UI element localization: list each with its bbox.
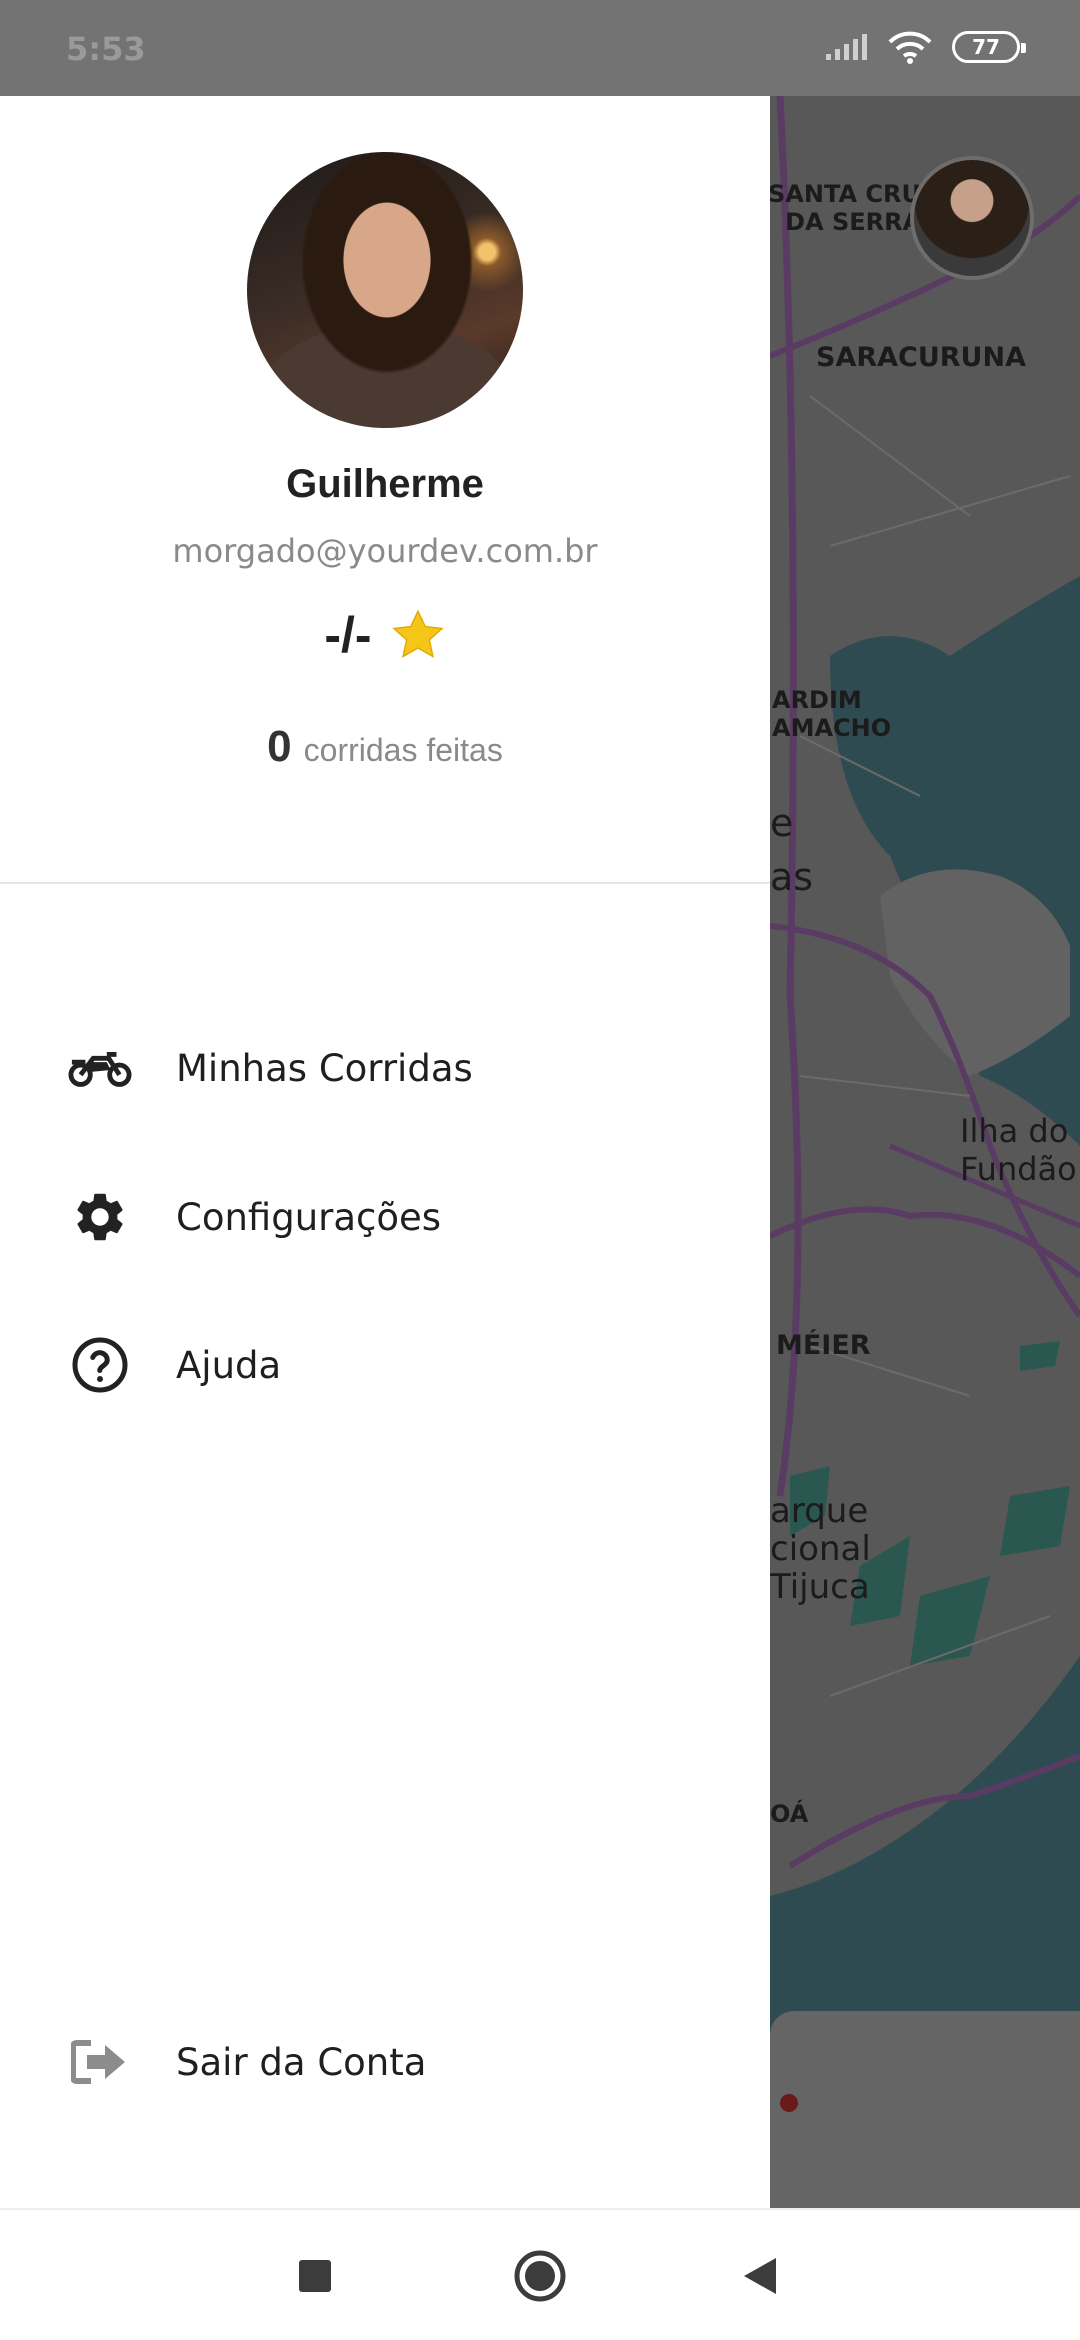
star-icon bbox=[391, 609, 444, 658]
rating-row: -/- bbox=[0, 606, 770, 664]
menu-item-configuracoes[interactable]: Configurações bbox=[0, 1157, 770, 1277]
logout-icon bbox=[68, 2030, 132, 2094]
gear-icon bbox=[68, 1185, 132, 1249]
map-location-dot bbox=[780, 2094, 798, 2112]
wifi-icon bbox=[888, 31, 932, 64]
menu-item-minhas-corridas[interactable]: Minhas Corridas bbox=[0, 1008, 770, 1128]
battery-level: 77 bbox=[972, 35, 1000, 59]
menu-item-ajuda[interactable]: Ajuda bbox=[0, 1305, 770, 1425]
map-bottom-card[interactable] bbox=[770, 2011, 1080, 2208]
map-label-joa: OÁ bbox=[770, 1800, 809, 1828]
recents-button[interactable] bbox=[255, 2210, 375, 2340]
status-icons: 77 bbox=[824, 30, 1026, 64]
rating-value: -/- bbox=[324, 607, 372, 663]
status-bar: 5:53 77 bbox=[0, 0, 1080, 96]
rides-count: 0 bbox=[267, 722, 292, 771]
rides-label: corridas feitas bbox=[303, 732, 503, 768]
help-circle-icon bbox=[68, 1333, 132, 1397]
signal-icon bbox=[826, 34, 867, 60]
menu-label-minhas-corridas: Minhas Corridas bbox=[176, 1046, 473, 1090]
home-button[interactable] bbox=[480, 2210, 600, 2340]
status-time: 5:53 bbox=[66, 30, 146, 68]
user-email: morgado@yourdev.com.br bbox=[172, 532, 598, 570]
battery-indicator: 77 bbox=[952, 31, 1026, 63]
map-label-jardim-camacho: ARDIM AMACHO bbox=[772, 686, 892, 742]
menu-label-sair-da-conta: Sair da Conta bbox=[176, 2040, 427, 2084]
map-view[interactable]: SANTA CRUZ DA SERRA SARACURUNA ARDIM AMA… bbox=[770, 96, 1080, 2208]
map-label-parque-tijuca: arque cional Tijuca bbox=[770, 1491, 871, 1607]
motorcycle-icon bbox=[68, 1036, 132, 1100]
menu-item-sair-da-conta[interactable]: Sair da Conta bbox=[0, 2002, 770, 2122]
menu-label-configuracoes: Configurações bbox=[176, 1195, 442, 1239]
user-name: Guilherme bbox=[286, 462, 484, 506]
menu-label-ajuda: Ajuda bbox=[176, 1343, 282, 1387]
map-label-saracuruna: SARACURUNA bbox=[816, 342, 1026, 373]
map-label-ilha-do-fundao: Ilha do Fundão bbox=[960, 1112, 1077, 1188]
map-label-partial: e as bbox=[770, 801, 814, 899]
navigation-drawer: Guilherme morgado@yourdev.com.br -/- 0 c… bbox=[0, 96, 770, 2208]
rides-row: 0 corridas feitas bbox=[0, 722, 770, 772]
map-user-avatar[interactable] bbox=[910, 156, 1034, 280]
home-circle-icon bbox=[514, 2250, 566, 2302]
system-nav-bar bbox=[0, 2208, 1080, 2340]
divider bbox=[0, 882, 770, 884]
map-label-meier: MÉIER bbox=[776, 1330, 871, 1361]
square-icon bbox=[299, 2260, 331, 2292]
back-button[interactable] bbox=[700, 2210, 820, 2340]
profile-avatar[interactable] bbox=[247, 152, 523, 428]
back-triangle-icon bbox=[744, 2258, 776, 2294]
